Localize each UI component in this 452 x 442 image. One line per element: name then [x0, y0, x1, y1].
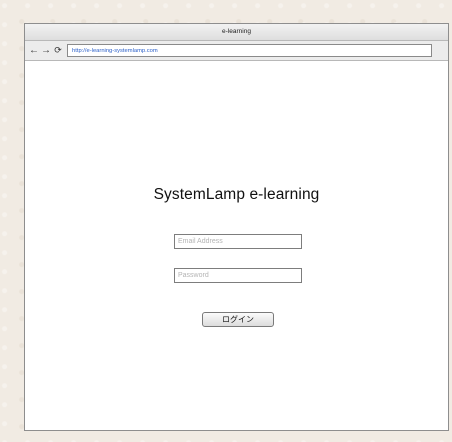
browser-window: e-learning ← → ⟳ http://e-learning-syste…: [24, 23, 449, 431]
login-button[interactable]: ログイン: [202, 312, 274, 327]
page-title: SystemLamp e-learning: [153, 186, 320, 203]
window-title: e-learning: [222, 28, 251, 35]
address-url: http://e-learning-systemlamp.com: [72, 48, 158, 54]
email-input[interactable]: Email Address: [174, 234, 302, 249]
password-placeholder: Password: [178, 272, 209, 279]
back-arrow-icon[interactable]: ←: [29, 45, 39, 56]
password-input[interactable]: Password: [174, 268, 302, 283]
login-button-label: ログイン: [222, 315, 254, 324]
browser-toolbar: ← → ⟳ http://e-learning-systemlamp.com: [25, 41, 448, 61]
address-bar[interactable]: http://e-learning-systemlamp.com: [67, 44, 432, 57]
window-title-bar: e-learning: [25, 24, 448, 41]
page-content: SystemLamp e-learning Email Address Pass…: [25, 61, 448, 431]
forward-arrow-icon[interactable]: →: [41, 45, 51, 56]
reload-icon[interactable]: ⟳: [53, 46, 63, 55]
email-placeholder: Email Address: [178, 238, 223, 245]
